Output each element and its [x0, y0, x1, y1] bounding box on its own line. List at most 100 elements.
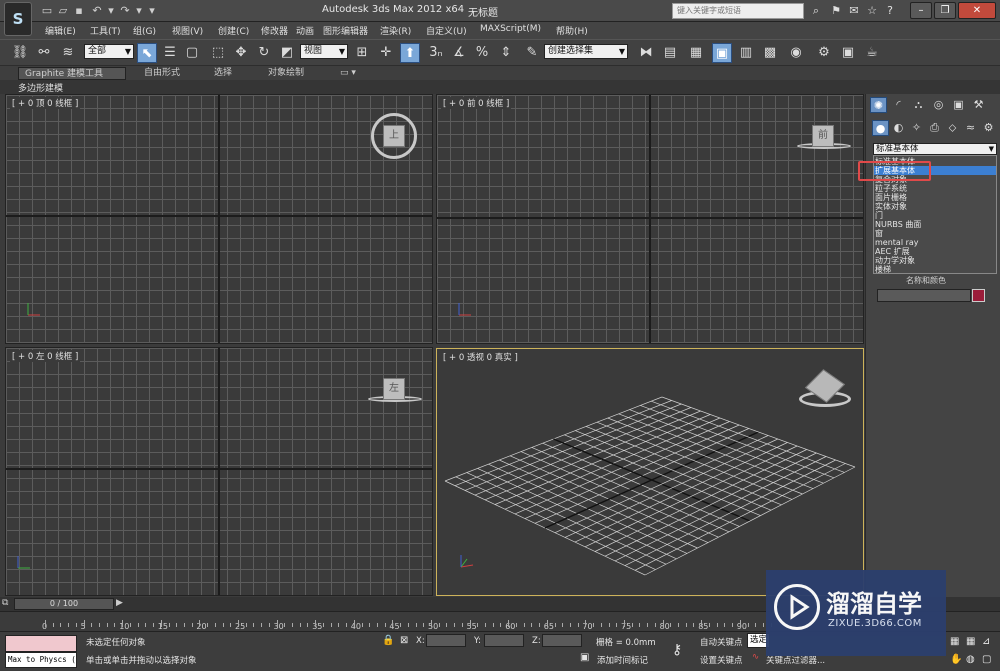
menu-maxscript[interactable]: MAXScript(M)	[480, 24, 541, 34]
schematic-view-icon[interactable]: ▩	[760, 43, 780, 63]
set-key-label[interactable]: 设置关键点	[700, 654, 743, 666]
select-and-move-icon[interactable]: ✥	[231, 43, 251, 63]
menu-group[interactable]: 组(G)	[133, 24, 156, 37]
edit-named-selection-icon[interactable]: ✎	[522, 43, 542, 63]
menu-modifiers[interactable]: 修改器	[261, 24, 288, 37]
menu-rendering[interactable]: 渲染(R)	[380, 24, 411, 37]
selection-lock-icon[interactable]: 🔒	[382, 635, 394, 646]
list-item[interactable]: mental ray	[874, 238, 996, 247]
utilities-tab-icon[interactable]: ⚒	[970, 97, 987, 113]
select-object-icon[interactable]: ⬉	[137, 43, 157, 63]
restore-button[interactable]: ❐	[934, 2, 956, 19]
orbit-icon[interactable]: ◍	[966, 654, 975, 665]
viewport-perspective-label[interactable]: [ + 0 透视 0 真实 ]	[441, 351, 520, 363]
key-filter-icon[interactable]: ∿	[752, 652, 759, 662]
menu-views[interactable]: 视图(V)	[172, 24, 203, 37]
menu-create[interactable]: 创建(C)	[218, 24, 249, 37]
object-color-swatch[interactable]	[972, 289, 985, 302]
list-item[interactable]: AEC 扩展	[874, 247, 996, 256]
menu-graph-editors[interactable]: 图形编辑器	[323, 24, 368, 37]
close-button[interactable]: ✕	[958, 2, 996, 19]
search-input[interactable]: 键入关键字或短语	[672, 3, 804, 19]
viewport-front[interactable]: [ + 0 前 0 线框 ] 前	[436, 94, 864, 344]
next-frame-arrow-icon[interactable]: ▶	[116, 598, 123, 608]
select-and-link-icon[interactable]: ⛓	[10, 43, 30, 63]
list-item[interactable]: 动力学对象	[874, 256, 996, 265]
list-item[interactable]: 楼梯	[874, 265, 996, 274]
name-color-rollout-label[interactable]: 名称和颜色	[906, 275, 946, 286]
geometry-icon[interactable]: ●	[872, 120, 889, 136]
list-item[interactable]: 窗	[874, 229, 996, 238]
modify-tab-icon[interactable]: ◜	[890, 97, 907, 113]
viewport-front-label[interactable]: [ + 0 前 0 线框 ]	[441, 97, 512, 109]
menu-edit[interactable]: 编辑(E)	[45, 24, 76, 37]
menu-customize[interactable]: 自定义(U)	[426, 24, 467, 37]
menu-help[interactable]: 帮助(H)	[556, 24, 588, 37]
pivot-center-icon[interactable]: ⊞	[352, 43, 372, 63]
search-icon[interactable]: ⌕	[808, 4, 824, 18]
zoom-all-icon[interactable]: ▦	[966, 636, 975, 647]
rectangular-selection-icon[interactable]: ▢	[182, 43, 202, 63]
cameras-icon[interactable]: ⎙	[926, 120, 943, 136]
minimize-button[interactable]: –	[910, 2, 932, 19]
list-item[interactable]: 门	[874, 211, 996, 220]
material-editor-icon[interactable]: ◉	[786, 43, 806, 63]
hierarchy-tab-icon[interactable]: ⛬	[910, 97, 927, 113]
list-item[interactable]: 粒子系统	[874, 184, 996, 193]
shapes-icon[interactable]: ◐	[890, 120, 907, 136]
new-file-icon[interactable]: ▭	[40, 4, 54, 17]
maximize-viewport-icon[interactable]: ▢	[982, 654, 991, 665]
auto-key-label[interactable]: 自动关键点	[700, 636, 743, 648]
menu-tools[interactable]: 工具(T)	[90, 24, 121, 37]
helpers-icon[interactable]: ⬦	[944, 120, 961, 136]
curve-editor-icon[interactable]: ▥	[736, 43, 756, 63]
x-coordinate-field[interactable]	[426, 634, 466, 647]
list-item[interactable]: 面片栅格	[874, 193, 996, 202]
redo-icon[interactable]: ↷	[118, 4, 132, 17]
selection-filter-dropdown[interactable]: 全部 ▼	[84, 44, 134, 59]
angle-snap-icon[interactable]: ∡	[449, 43, 469, 63]
viewport-left[interactable]: [ + 0 左 0 线框 ] 左	[5, 347, 433, 596]
viewport-top[interactable]: [ + 0 顶 0 线框 ] 上	[5, 94, 433, 344]
spinner-snap-icon[interactable]: ⇕	[496, 43, 516, 63]
keyboard-shortcut-override-icon[interactable]: ⬆	[400, 43, 420, 63]
help-icon[interactable]: ?	[882, 4, 898, 18]
open-file-icon[interactable]: ▱	[56, 4, 70, 17]
list-item[interactable]: 实体对象	[874, 202, 996, 211]
systems-icon[interactable]: ⚙	[980, 120, 997, 136]
object-category-dropdown[interactable]: 标准基本体 ▼	[873, 143, 997, 155]
y-coordinate-field[interactable]	[484, 634, 524, 647]
snaps-toggle-icon[interactable]: 3ₙ	[426, 43, 446, 63]
absolute-mode-icon[interactable]: ⊠	[400, 635, 408, 646]
select-by-name-icon[interactable]: ☰	[160, 43, 180, 63]
bind-space-warp-icon[interactable]: ≋	[58, 43, 78, 63]
display-tab-icon[interactable]: ▣	[950, 97, 967, 113]
favorites-icon[interactable]: ☆	[864, 4, 880, 18]
viewcube[interactable]: 上	[383, 125, 405, 147]
viewport-left-label[interactable]: [ + 0 左 0 线框 ]	[10, 350, 81, 362]
mini-curve-toggle-icon[interactable]: ⧉	[2, 598, 8, 608]
window-crossing-icon[interactable]: ⬚	[208, 43, 228, 63]
polygon-modeling-label[interactable]: 多边形建模	[18, 81, 63, 94]
time-tag-icon[interactable]: ▣	[580, 652, 589, 663]
align-icon[interactable]: ▤	[660, 43, 680, 63]
ribbon-options-dropdown[interactable]: ▭ ▾	[334, 67, 362, 80]
unlink-icon[interactable]: ⚯	[34, 43, 54, 63]
percent-snap-icon[interactable]: %	[472, 43, 492, 63]
select-manipulate-icon[interactable]: ✛	[376, 43, 396, 63]
subscription-icon[interactable]: ⚑	[828, 4, 844, 18]
graphite-toggle-icon[interactable]: ▣	[712, 43, 732, 63]
pan-view-icon[interactable]: ✋	[950, 654, 962, 665]
undo-dropdown-icon[interactable]: ▾	[104, 4, 118, 17]
maxscript-listener-input[interactable]	[5, 635, 77, 652]
list-item[interactable]: NURBS 曲面	[874, 220, 996, 229]
tab-selection[interactable]: 选择	[208, 67, 238, 80]
communication-center-icon[interactable]: ✉	[846, 4, 862, 18]
motion-tab-icon[interactable]: ◎	[930, 97, 947, 113]
create-tab-icon[interactable]: ✺	[870, 97, 887, 113]
time-slider-handle[interactable]: 0 / 100	[14, 598, 114, 610]
viewcube[interactable]: 左	[383, 378, 405, 400]
quick-access-dropdown-icon[interactable]: ▾	[145, 4, 159, 17]
tab-freeform[interactable]: 自由形式	[138, 67, 186, 80]
save-icon[interactable]: ▪	[72, 4, 86, 17]
